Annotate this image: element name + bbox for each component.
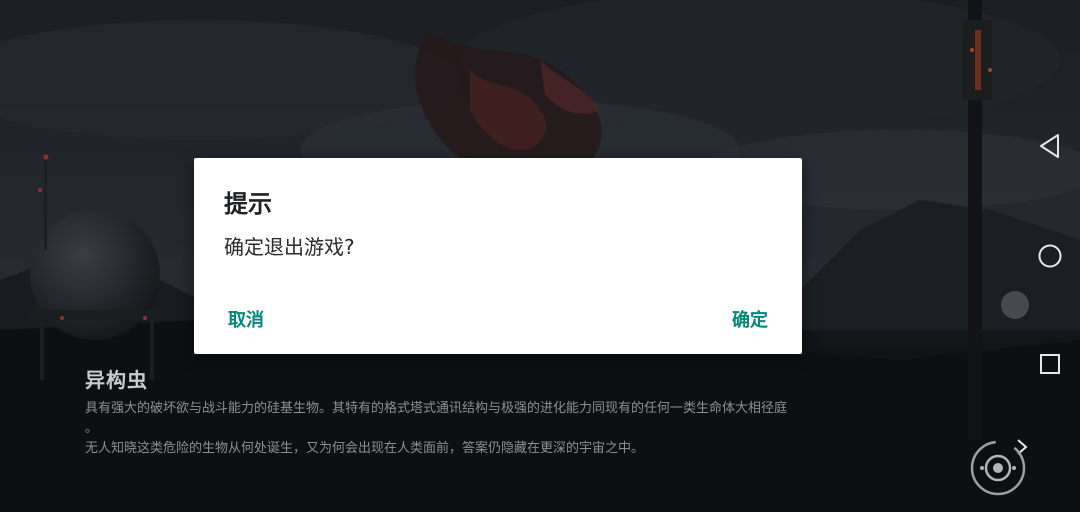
unit-description: 具有强大的破坏欲与战斗能力的硅基生物。其特有的格式塔式通讯结构与极强的进化能力同… [85,399,865,459]
system-navigation-bar [1020,120,1080,400]
home-button[interactable] [1028,234,1072,278]
description-line-2: 无人知晓这类危险的生物从何处诞生，又为何会出现在人类面前，答案仍隐藏在更深的宇宙… [85,441,645,456]
description-line-1: 具有强大的破坏欲与战斗能力的硅基生物。其特有的格式塔式通讯结构与极强的进化能力同… [85,401,788,416]
dialog-title: 提示 [224,190,272,218]
description-line-1-tail: 。 [85,421,99,436]
triangle-back-icon [1040,134,1059,158]
back-button[interactable] [1028,124,1072,168]
circle-home-icon [1038,244,1062,268]
exit-confirm-dialog: 提示 确定退出游戏? 取消 确定 [194,158,802,354]
dialog-message: 确定退出游戏? [224,235,355,259]
confirm-button[interactable]: 确定 [732,306,768,332]
cancel-button[interactable]: 取消 [228,306,264,332]
game-assistant-icon [970,440,1026,496]
unit-name: 异构虫 [85,368,148,392]
game-assistant-button[interactable] [970,440,1026,496]
unit-info-panel: 异构虫 具有强大的破坏欲与战斗能力的硅基生物。其特有的格式塔式通讯结构与极强的进… [85,364,865,459]
square-recents-icon [1040,354,1060,374]
recents-button[interactable] [1028,342,1072,386]
